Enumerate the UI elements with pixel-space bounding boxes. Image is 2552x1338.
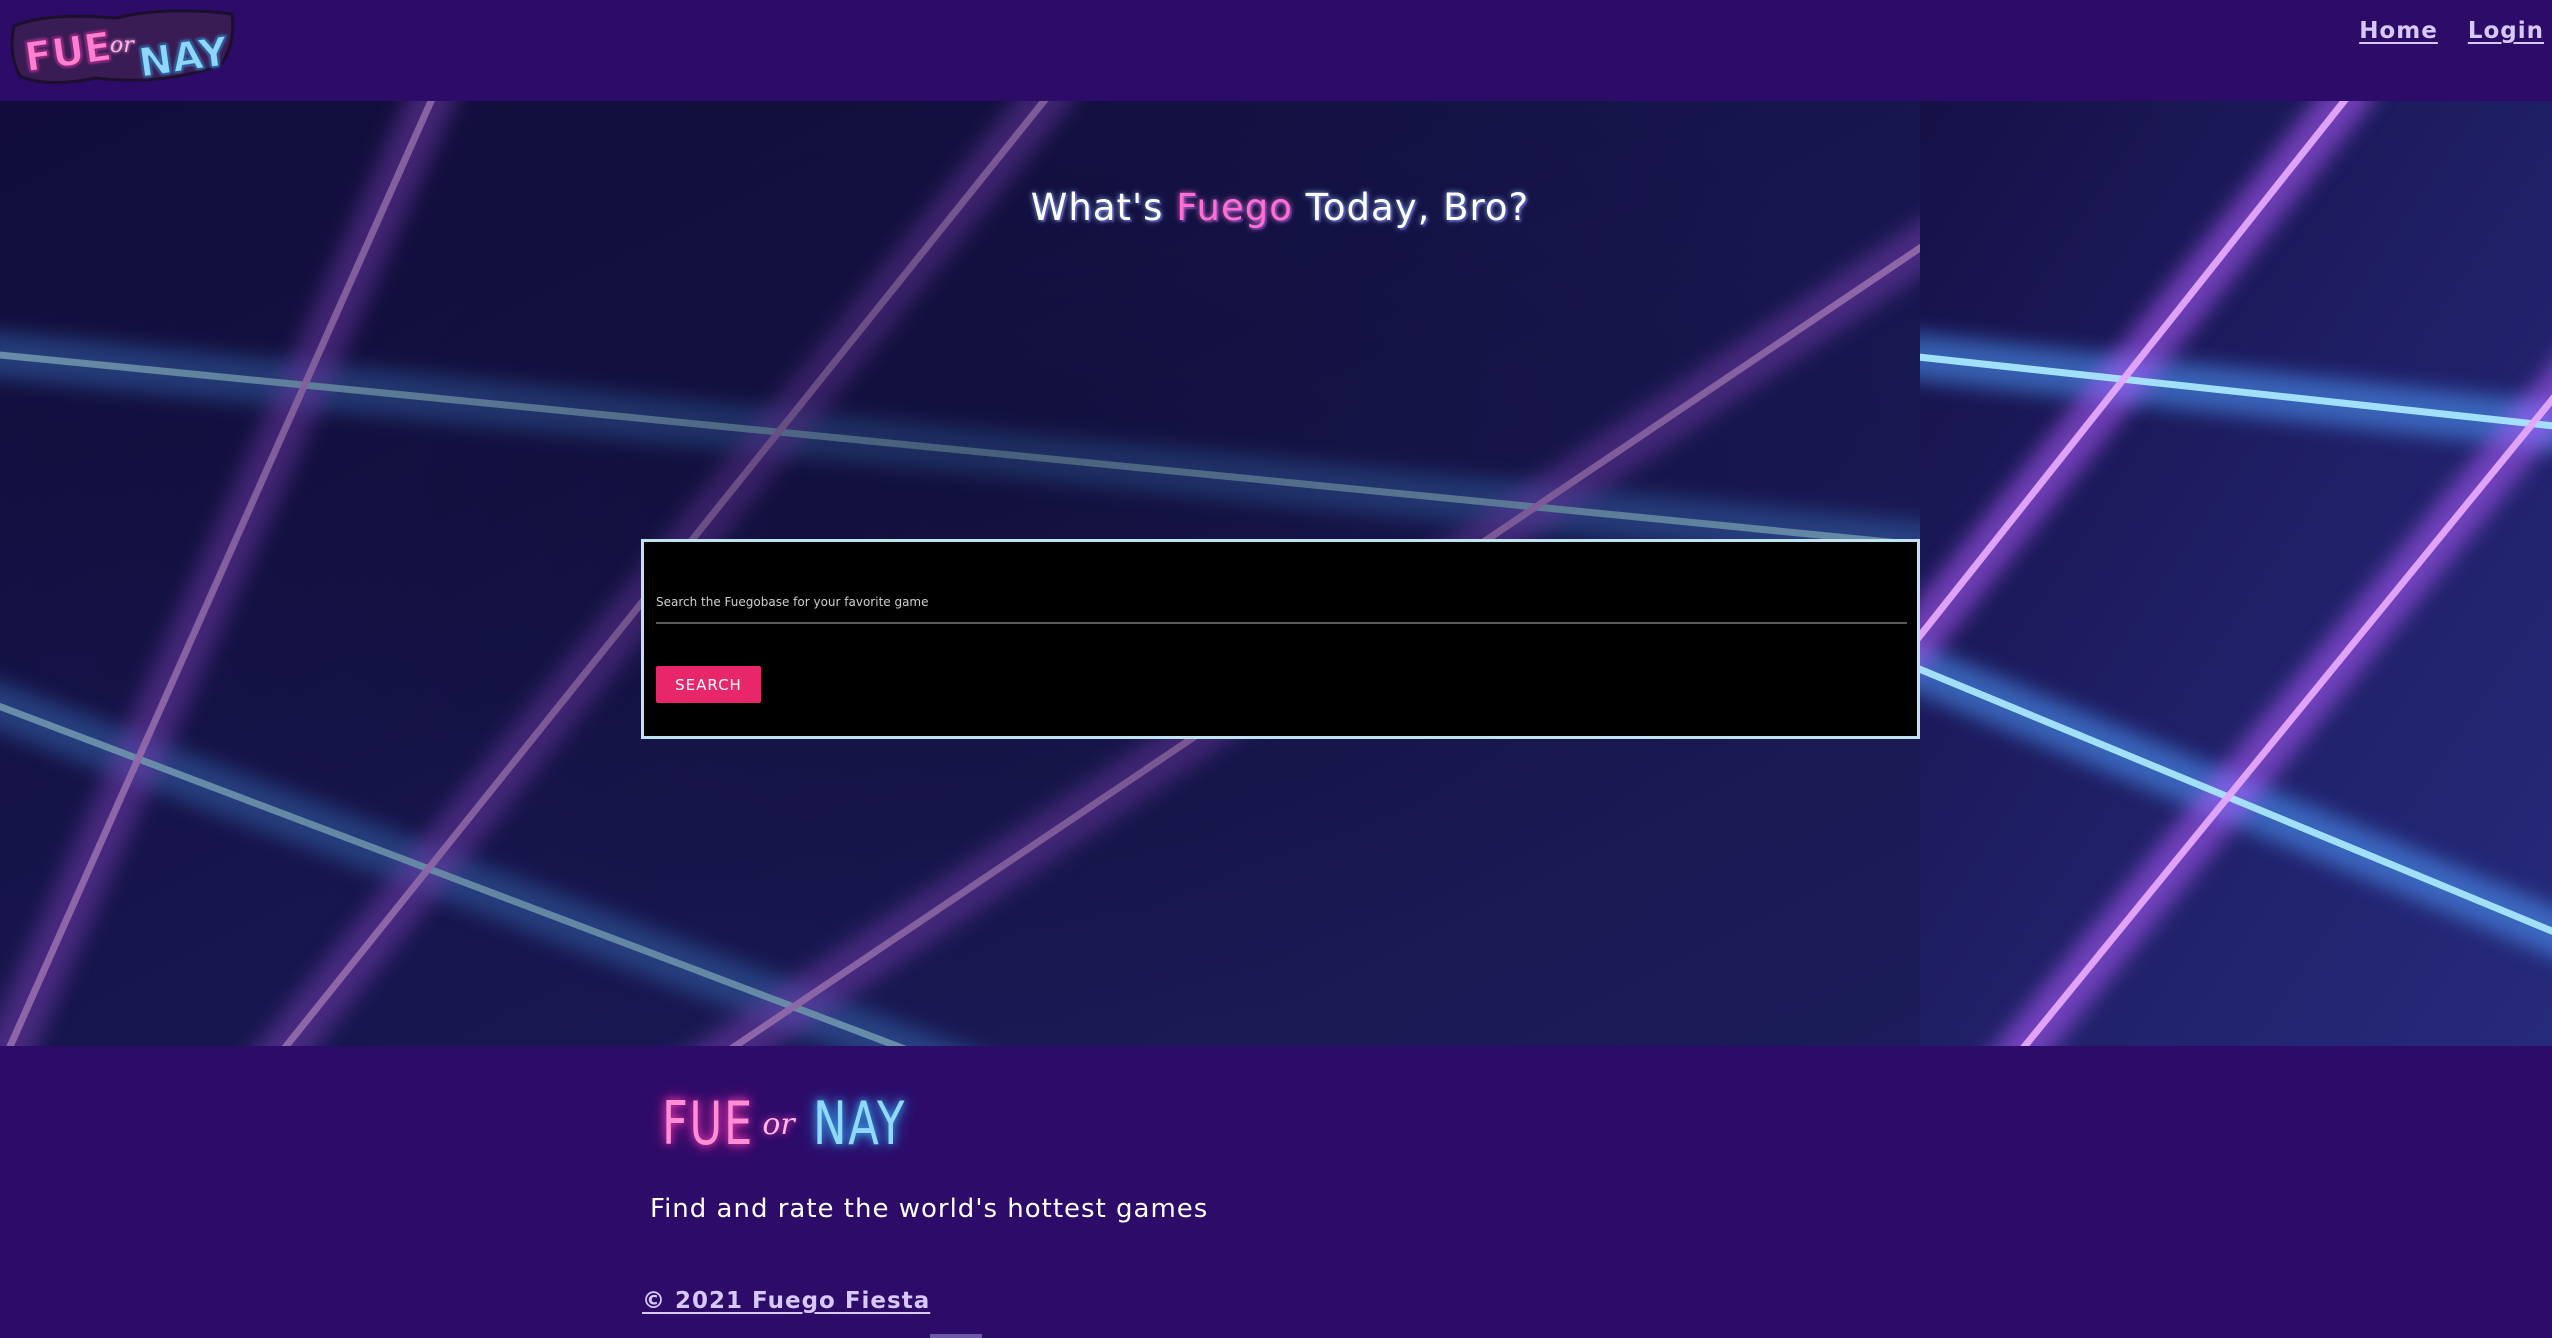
hero-title-accent: Fuego [1176, 186, 1293, 229]
hero-title-prefix: What's [1030, 186, 1177, 229]
nav-link-home[interactable]: Home [2359, 18, 2438, 44]
search-button[interactable]: SEARCH [656, 666, 761, 703]
footer-logo: FUE or NAY [662, 1074, 937, 1174]
laser-panel-side [1920, 101, 2552, 1046]
navbar: FUE or NAY Home Login [0, 0, 2552, 101]
logo-or-text: or [110, 33, 135, 58]
search-card: SEARCH [641, 539, 1920, 739]
fue-or-nay-logo[interactable]: FUE or NAY [6, 4, 238, 88]
footer-tab-indicator [930, 1334, 982, 1338]
hero-title-suffix: Today, Bro? [1292, 186, 1530, 229]
footer: FUE or NAY Find and rate the world's hot… [0, 1046, 2552, 1338]
nav-links: Home Login [2359, 18, 2544, 44]
footer-logo-or: or [762, 1106, 795, 1142]
search-input[interactable] [656, 582, 1907, 624]
footer-tagline: Find and rate the world's hottest games [650, 1194, 1209, 1224]
hero-section: What's Fuego Today, Bro? SEARCH [0, 101, 2552, 1046]
nav-link-login[interactable]: Login [2468, 18, 2544, 44]
hero-title: What's Fuego Today, Bro? [0, 186, 2552, 229]
footer-copyright-link[interactable]: © 2021 Fuego Fiesta [642, 1288, 930, 1314]
footer-logo-fue: FUE [662, 1089, 754, 1159]
footer-logo-nay: NAY [812, 1089, 906, 1159]
